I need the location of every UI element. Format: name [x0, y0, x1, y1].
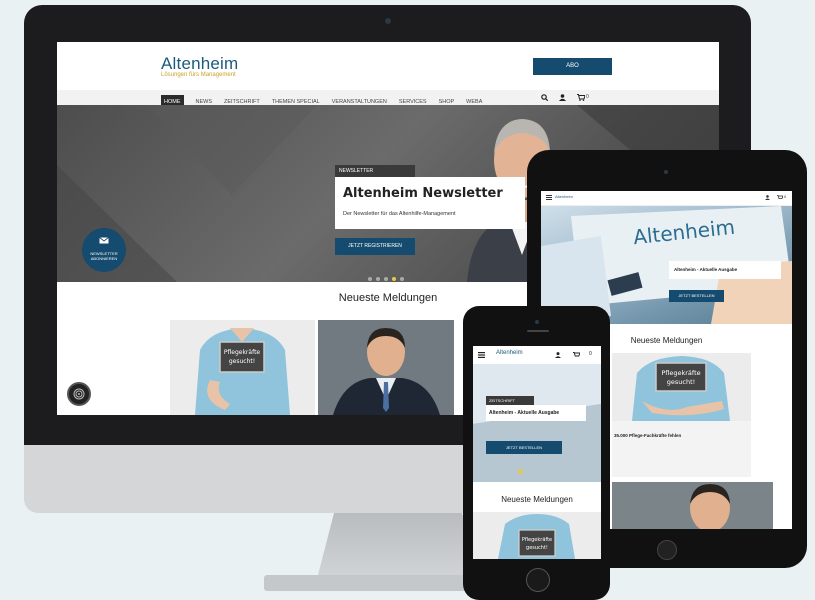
slider-dot[interactable]: [384, 277, 388, 281]
main-nav: HOME NEWS ZEITSCHRIFT THEMEN SPECIAL VERANST…: [57, 90, 719, 110]
hero-description: Der Newsletter für das Altenhilfe-Manage…: [343, 211, 456, 217]
logo-title: Altenheim: [161, 54, 239, 73]
site-logo[interactable]: Altenheim Lösungen fürs Management: [161, 54, 238, 78]
tablet-news-image-politician[interactable]: [612, 482, 773, 529]
phone-cart-count: 0: [589, 351, 592, 357]
phone-hero-title: Altenheim - Aktuelle Ausgabe: [486, 405, 586, 421]
tablet-cart-count: 0: [784, 194, 787, 199]
tablet-home-button[interactable]: [657, 540, 677, 560]
phone-sign-text: Pflegekräfte: [522, 537, 552, 543]
search-icon[interactable]: [541, 94, 548, 101]
phone-magazine-photo: [473, 364, 601, 482]
slider-dot[interactable]: [368, 277, 372, 281]
tablet-news-image-nurse[interactable]: Pflegekräfte gesucht!: [612, 353, 751, 421]
phone-logo[interactable]: Altenheim: [496, 350, 523, 356]
tablet-camera-icon: [664, 170, 668, 174]
slider-dot[interactable]: [376, 277, 380, 281]
camera-icon: [385, 18, 391, 24]
news-image-nurse[interactable]: Pflegekräfte gesucht!: [170, 320, 315, 415]
tablet-sign-text-2: gesucht!: [667, 378, 695, 386]
phone-sign-text-2: gesucht!: [526, 545, 548, 551]
phone-header: Altenheim 0: [473, 346, 601, 364]
fingerprint-glyph: [73, 388, 85, 400]
politician-photo: [318, 320, 454, 415]
tablet-logo[interactable]: Altenheim: [555, 194, 573, 199]
phone-camera-icon: [535, 320, 539, 324]
tablet-header: Altenheim 0: [541, 191, 792, 206]
cart-icon[interactable]: [577, 94, 585, 101]
desktop-header: Altenheim Lösungen fürs Management ABO: [57, 42, 719, 90]
slider-dots: [368, 268, 408, 282]
tablet-order-button[interactable]: JETZT BESTELLEN: [669, 290, 724, 302]
phone-slider-dot-active[interactable]: [518, 469, 523, 474]
sign-text: Pflegekräfte: [224, 349, 261, 356]
phone-hero-tag: ZEITSCHRIFT: [486, 396, 534, 405]
tablet-user-icon[interactable]: [765, 195, 770, 200]
phone-order-button[interactable]: JETZT BESTELLEN: [486, 441, 562, 454]
fingerprint-icon[interactable]: [67, 382, 91, 406]
phone-menu-icon[interactable]: [478, 352, 485, 358]
register-button[interactable]: JETZT REGISTRIEREN: [335, 238, 415, 255]
tablet-cart-icon[interactable]: [777, 195, 783, 200]
mail-icon: [99, 237, 109, 244]
slider-dot[interactable]: [400, 277, 404, 281]
tablet-politician-photo: [612, 482, 773, 529]
tablet-sign-text: Pflegekräfte: [661, 369, 700, 377]
menu-icon[interactable]: [546, 195, 552, 200]
hero-card: Altenheim Newsletter Der Newsletter für …: [335, 177, 525, 229]
logo-subtitle: Lösungen fürs Management: [161, 72, 236, 78]
news-image-politician[interactable]: [318, 320, 454, 415]
phone-hero-magazine: ZEITSCHRIFT Altenheim - Aktuelle Ausgabe…: [473, 364, 601, 482]
tablet-nurse-illustration: Pflegekräfte gesucht!: [632, 356, 730, 421]
tablet-hero-title: Altenheim - Aktuelle Ausgabe: [669, 261, 781, 279]
phone-home-button[interactable]: [526, 568, 550, 592]
phone-screen: Altenheim 0 ZEITSCHRIFT Altenheim - Aktu…: [473, 346, 601, 559]
imac-stand: [318, 513, 478, 575]
user-icon[interactable]: [559, 94, 566, 101]
phone-nurse-illustration: Pflegekräfte gesucht!: [498, 514, 575, 559]
abo-button[interactable]: ABO: [533, 58, 612, 75]
tablet-news-card[interactable]: 35.000 Pflege-Fachkräfte fehlen: [612, 421, 751, 477]
hero-tag: NEWSLETTER: [335, 165, 415, 177]
phone-user-icon[interactable]: [555, 352, 561, 358]
phone-cart-icon[interactable]: [573, 352, 580, 358]
newsletter-badge[interactable]: NEWSLETTER ABONNIEREN: [82, 228, 126, 272]
tablet-article-title: 35.000 Pflege-Fachkräfte fehlen: [614, 433, 682, 438]
phone-news-image-nurse[interactable]: Pflegekräfte gesucht!: [473, 512, 601, 559]
nurse-illustration: Pflegekräfte gesucht!: [195, 328, 290, 415]
sign-text-2: gesucht!: [229, 358, 255, 365]
hero-title: Altenheim Newsletter: [343, 186, 503, 201]
phone-section-title: Neueste Meldungen: [501, 495, 573, 504]
slider-dot-active[interactable]: [392, 277, 396, 281]
cart-count: 0: [586, 94, 589, 100]
phone-speaker: [527, 330, 549, 332]
badge-line-2: ABONNIEREN: [90, 256, 118, 261]
